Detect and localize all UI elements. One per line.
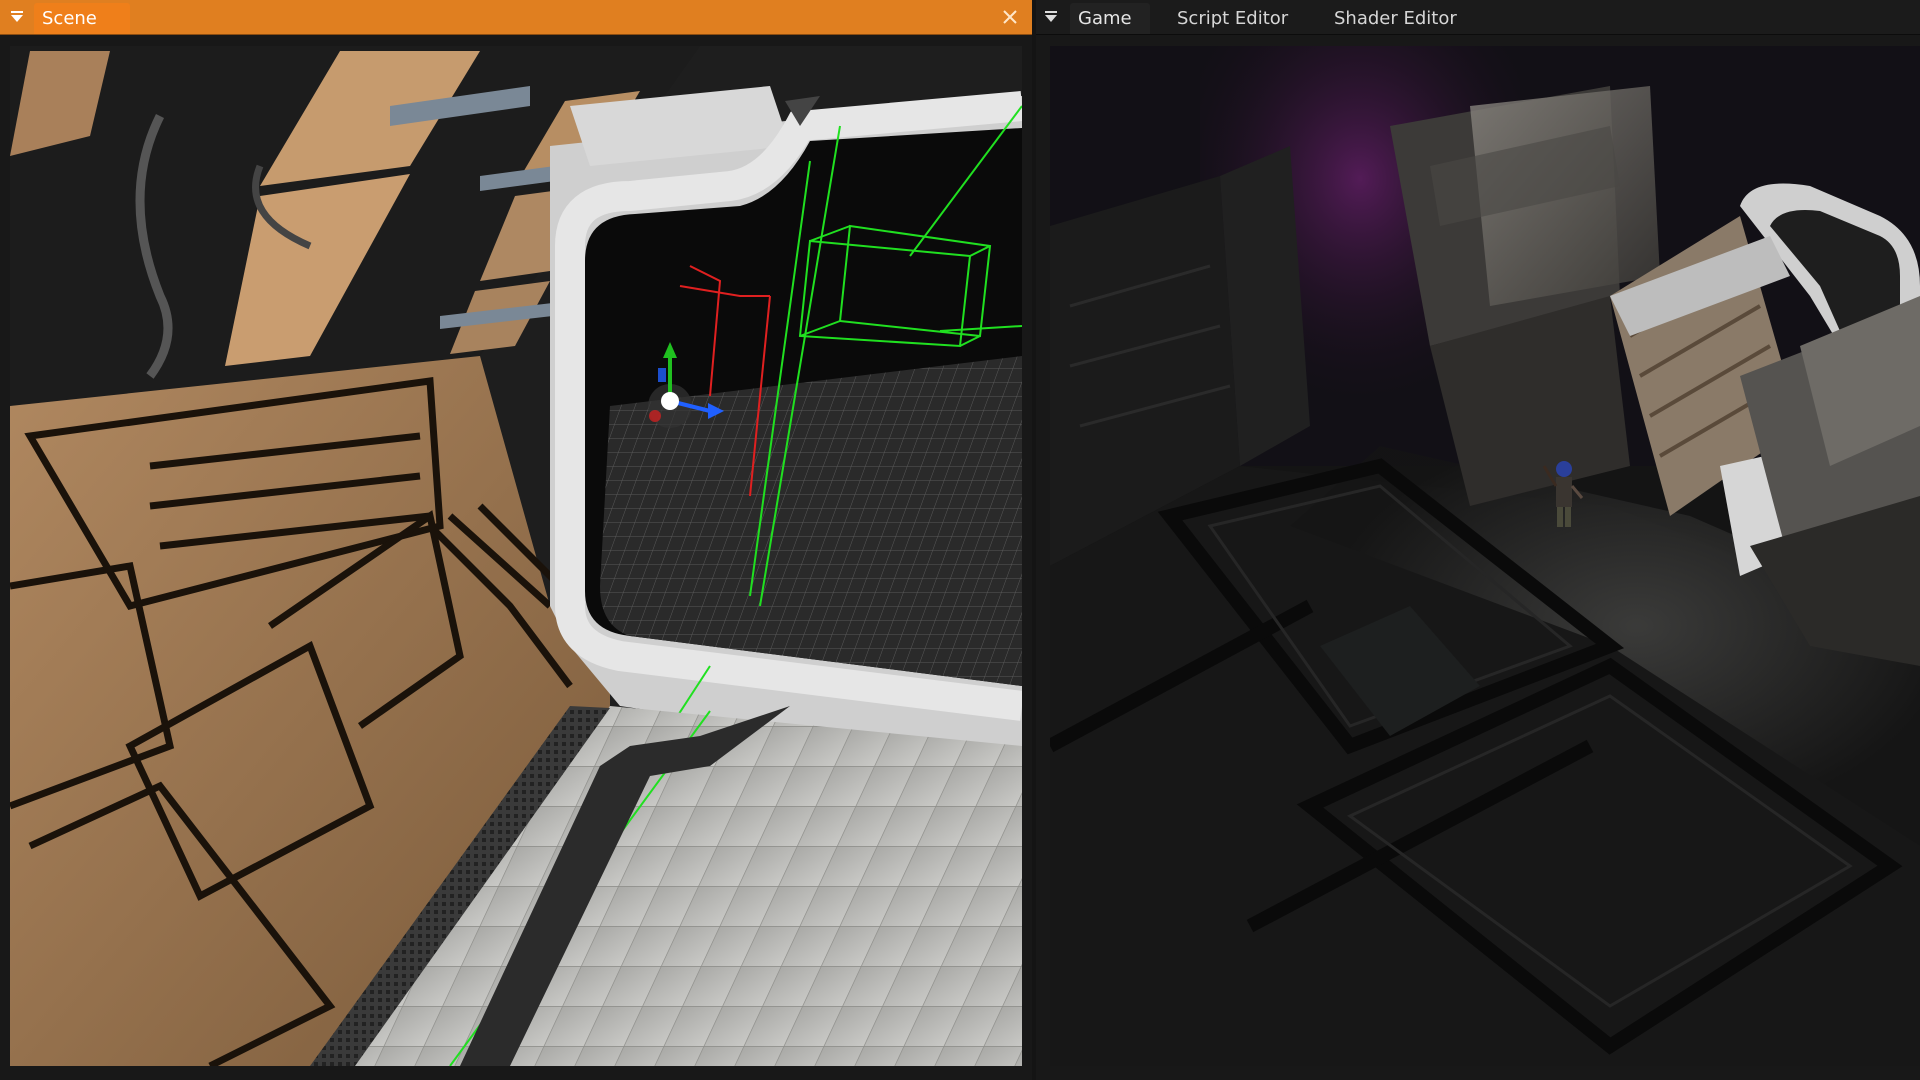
panel-menu-icon[interactable] [2,0,32,34]
panel-menu-icon[interactable] [1036,0,1066,34]
tab-scene[interactable]: Scene [34,3,130,34]
panel-menu-icon [11,11,23,22]
game-tab-bar: Game Script Editor Shader Editor [1036,0,1920,35]
tab-game[interactable]: Game [1070,3,1150,34]
game-render [1050,46,1920,1066]
game-viewport[interactable] [1050,46,1920,1066]
scene-tab-bar: Scene [0,0,1032,35]
panel-menu-icon [1045,11,1057,22]
scene-panel: Scene [0,0,1032,1080]
tab-script-editor[interactable]: Script Editor [1169,3,1296,34]
close-icon[interactable] [998,0,1022,34]
scene-viewport[interactable] [10,46,1022,1066]
game-panel: Game Script Editor Shader Editor [1036,0,1920,1080]
scene-render [10,46,1022,1066]
tab-shader-editor[interactable]: Shader Editor [1326,3,1465,34]
close-icon [1003,10,1017,24]
